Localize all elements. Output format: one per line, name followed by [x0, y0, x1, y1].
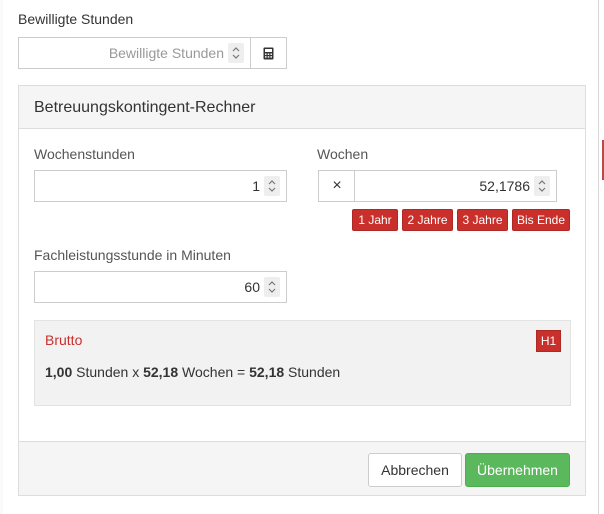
result-total: 52,18 [249, 364, 285, 380]
wochen-input[interactable]: 52,1786 [354, 170, 557, 202]
result-weeks-unit: Wochen [182, 364, 234, 380]
spinner-icon[interactable] [534, 176, 550, 196]
panel-header: Betreuungskontingent-Rechner [19, 86, 585, 129]
result-box: Brutto H1 1,00 Stunden x 52,18 Wochen = … [34, 320, 571, 406]
multiply-symbol: × [332, 177, 342, 194]
wochen-label: Wochen [317, 146, 369, 162]
minuten-label: Fachleistungsstunde in Minuten [34, 247, 231, 263]
wochenstunden-label: Wochenstunden [34, 146, 135, 162]
result-formula: 1,00 Stunden x 52,18 Wochen = 52,18 Stun… [45, 364, 340, 380]
spinner-icon[interactable] [228, 43, 244, 63]
multiply-icon: × [318, 170, 355, 202]
result-hours-unit: Stunden [76, 364, 129, 380]
preset-2-jahre-button[interactable]: 2 Jahre [402, 209, 453, 231]
wochen-value: 52,1786 [479, 178, 530, 194]
minuten-input[interactable]: 60 [34, 271, 287, 303]
cancel-button[interactable]: Abbrechen [368, 453, 462, 487]
panel-title: Betreuungskontingent-Rechner [34, 99, 256, 116]
result-weeks: 52,18 [143, 364, 179, 380]
spinner-icon[interactable] [264, 176, 280, 196]
spinner-icon[interactable] [264, 277, 280, 297]
apply-button[interactable]: Übernehmen [465, 453, 570, 487]
panel-footer: Abbrechen Übernehmen [19, 441, 585, 495]
result-title: Brutto [45, 332, 83, 348]
wochenstunden-input[interactable]: 1 [34, 170, 287, 202]
wochenstunden-value: 1 [252, 178, 260, 194]
h1-badge[interactable]: H1 [536, 330, 561, 352]
scrollbar-edge [598, 0, 604, 514]
bewilligte-stunden-label: Bewilligte Stunden [18, 11, 134, 27]
calculator-button[interactable] [250, 37, 287, 69]
minuten-value: 60 [244, 279, 260, 295]
result-times: x [132, 364, 140, 380]
result-hours: 1,00 [45, 364, 73, 380]
result-equals: = [237, 364, 246, 380]
preset-3-jahre-button[interactable]: 3 Jahre [457, 209, 508, 231]
left-edge [0, 0, 3, 514]
preset-bis-ende-button[interactable]: Bis Ende [512, 209, 570, 231]
result-total-unit: Stunden [288, 364, 341, 380]
calculator-panel: Betreuungskontingent-Rechner Wochenstund… [18, 85, 586, 496]
bewilligte-stunden-input[interactable]: Bewilligte Stunden [18, 37, 251, 69]
bewilligte-stunden-placeholder: Bewilligte Stunden [108, 45, 224, 61]
preset-1-jahr-button[interactable]: 1 Jahr [352, 209, 398, 231]
calculator-icon [263, 47, 274, 59]
